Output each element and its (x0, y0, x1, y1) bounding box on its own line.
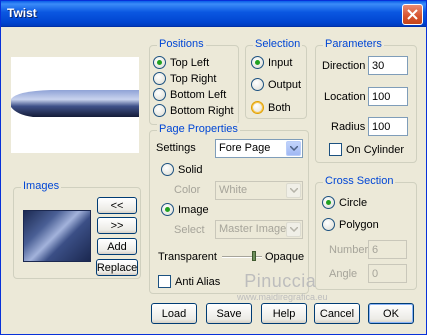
transparent-label: Transparent (158, 251, 217, 263)
radio-output[interactable] (251, 78, 264, 91)
solid-option[interactable]: Solid (161, 163, 202, 176)
load-button[interactable]: Load (151, 303, 197, 324)
radius-input[interactable] (368, 117, 408, 136)
twist-preview (11, 57, 139, 153)
radio-top-left[interactable] (153, 56, 166, 69)
image-thumbnail[interactable] (23, 210, 91, 262)
title-bar: Twist (1, 1, 426, 27)
location-label: Location (324, 91, 366, 103)
radio-bottom-left[interactable] (153, 88, 166, 101)
cross-section-title: Cross Section (323, 175, 396, 187)
chevron-down-icon (286, 183, 301, 198)
radius-label: Radius (331, 121, 366, 133)
chevron-down-icon (286, 141, 301, 156)
watermark-url: www.maidiregrafica.eu (237, 292, 328, 302)
direction-label: Direction (322, 60, 366, 72)
number-input[interactable] (368, 240, 407, 259)
anti-alias-checkbox[interactable] (158, 275, 171, 288)
page-properties-title: Page Properties (157, 123, 240, 135)
selection-label-both: Both (268, 101, 291, 114)
position-label-top-right: Top Right (170, 72, 217, 85)
opacity-slider-track[interactable] (222, 256, 262, 258)
location-input[interactable] (368, 87, 408, 106)
image-label: Image (178, 203, 209, 216)
radio-bottom-right[interactable] (153, 104, 166, 117)
images-title: Images (21, 180, 62, 192)
selection-label-input: Input (268, 56, 293, 69)
position-top-right[interactable]: Top Right (153, 72, 216, 85)
close-icon (407, 9, 418, 20)
radio-top-right[interactable] (153, 72, 166, 85)
preview-image (11, 90, 139, 117)
positions-title: Positions (157, 38, 206, 50)
close-button[interactable] (402, 4, 423, 25)
watermark: Pinuccia www.maidiregrafica.eu (233, 271, 328, 302)
polygon-option[interactable]: Polygon (322, 218, 379, 231)
circle-label: Circle (339, 196, 368, 209)
master-image-select[interactable]: Master Image (215, 220, 303, 239)
radio-image[interactable] (161, 203, 174, 216)
radio-polygon[interactable] (322, 218, 335, 231)
selection-label-output: Output (268, 78, 302, 91)
ok-button[interactable]: OK (368, 303, 414, 324)
color-value: White (219, 184, 248, 196)
image-option[interactable]: Image (161, 203, 209, 216)
position-label-top-left: Top Left (170, 56, 210, 69)
position-label-bottom-right: Bottom Right (170, 104, 234, 117)
next-image-button[interactable]: >> (97, 217, 137, 234)
help-button[interactable]: Help (261, 303, 307, 324)
anti-alias-label: Anti Alias (175, 275, 221, 288)
opaque-label: Opaque (265, 251, 305, 263)
chevron-down-icon (286, 222, 301, 237)
add-image-button[interactable]: Add (97, 238, 137, 255)
position-bottom-right[interactable]: Bottom Right (153, 104, 234, 117)
selection-input[interactable]: Input (251, 56, 292, 69)
radio-circle[interactable] (322, 196, 335, 209)
on-cylinder-checkbox[interactable] (329, 143, 342, 156)
window-title: Twist (7, 6, 37, 20)
anti-alias-option[interactable]: Anti Alias (158, 275, 220, 288)
selection-both[interactable]: Both (251, 101, 291, 114)
radio-solid[interactable] (161, 163, 174, 176)
radio-both[interactable] (251, 101, 264, 114)
replace-image-button[interactable]: Replace (96, 259, 138, 276)
direction-input[interactable] (368, 56, 408, 75)
position-bottom-left[interactable]: Bottom Left (153, 88, 226, 101)
master-image-value: Master Image (219, 223, 287, 235)
settings-value: Fore Page (219, 142, 271, 154)
radio-input[interactable] (251, 56, 264, 69)
parameters-title: Parameters (323, 38, 384, 50)
circle-option[interactable]: Circle (322, 196, 367, 209)
angle-label: Angle (329, 268, 358, 280)
selection-title: Selection (253, 38, 303, 50)
previous-image-button[interactable]: << (97, 197, 137, 214)
settings-select[interactable]: Fore Page (215, 139, 303, 158)
settings-label: Settings (156, 142, 196, 154)
angle-input[interactable] (368, 264, 407, 283)
color-label: Color (174, 184, 201, 196)
twist-dialog: Twist Positions Top Left Top Right Botto… (0, 0, 427, 335)
watermark-name: Pinuccia (244, 271, 317, 291)
opacity-slider-handle[interactable] (252, 251, 256, 261)
color-select[interactable]: White (215, 181, 303, 200)
polygon-label: Polygon (339, 218, 379, 231)
position-label-bottom-left: Bottom Left (170, 88, 227, 101)
on-cylinder-option[interactable]: On Cylinder (329, 143, 404, 156)
on-cylinder-label: On Cylinder (346, 143, 405, 156)
position-top-left[interactable]: Top Left (153, 56, 209, 69)
cancel-button[interactable]: Cancel (314, 303, 360, 324)
number-label: Number (329, 244, 369, 256)
save-button[interactable]: Save (206, 303, 252, 324)
select-label: Select (174, 224, 205, 236)
selection-output[interactable]: Output (251, 78, 301, 91)
solid-label: Solid (178, 163, 203, 176)
